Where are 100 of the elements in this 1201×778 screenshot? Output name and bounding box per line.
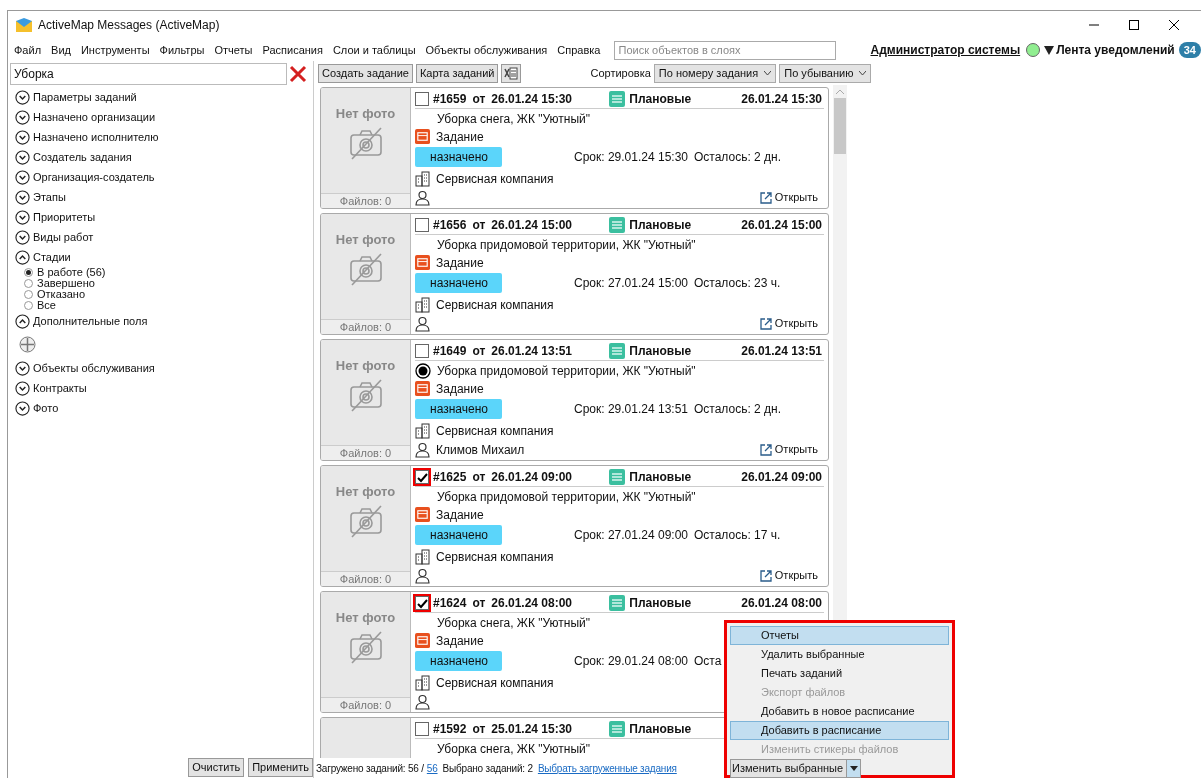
category-label: Плановые: [629, 217, 692, 234]
checkbox[interactable]: [415, 470, 429, 484]
filter-section-title[interactable]: Контракты: [33, 379, 87, 397]
select-loaded-link[interactable]: Выбрать загруженные задания: [537, 760, 677, 776]
user-link[interactable]: Администратор системы: [870, 41, 1021, 59]
checkbox[interactable]: [415, 218, 429, 232]
building-icon: [415, 674, 430, 691]
open-link[interactable]: Открыть: [759, 189, 818, 206]
triangle-down-icon[interactable]: [1044, 45, 1055, 55]
task-card[interactable]: Нет фото Файлов: 0 #1656 от 26.01.24 15:00 Плановые 26.01.24 15:00 Уборка придомовой территории, ЖК "Уютный" Задание назначено Срок: 27.01.24 15:00 Осталось: 23 ч. Сервисная компания Открыть: [320, 213, 829, 335]
time-remaining: Осталось: 17 ч.: [694, 527, 781, 544]
chevron-down-icon[interactable]: [15, 129, 30, 145]
checkbox[interactable]: [415, 92, 429, 106]
executor-name: Климов Михаил: [436, 441, 525, 459]
chevron-up-icon[interactable]: [15, 249, 30, 265]
filter-section-title[interactable]: Назначено организации: [33, 108, 156, 126]
task-number: #1656: [433, 217, 467, 234]
category-label: Плановые: [629, 343, 692, 360]
create-task-button[interactable]: Создать задание: [318, 63, 413, 83]
task-number: #1592: [433, 721, 467, 738]
radio-button[interactable]: [24, 301, 33, 310]
chevron-down-icon[interactable]: [15, 360, 30, 376]
from-label: от: [472, 721, 486, 738]
bulk-edit-dropdown[interactable]: Изменить выбранные: [730, 759, 862, 778]
filter-section-title[interactable]: Объекты обслуживания: [33, 359, 155, 377]
chevron-down-icon[interactable]: [15, 380, 30, 396]
filter-section-title[interactable]: Приоритеты: [33, 208, 96, 226]
chevron-down-icon[interactable]: [15, 89, 30, 105]
close-icon[interactable]: [1169, 20, 1179, 30]
layer-search-field[interactable]: Поиск объектов в слоях: [614, 40, 837, 60]
schedule-icon: [609, 91, 626, 107]
sort-order-dropdown[interactable]: По убыванию: [779, 63, 872, 83]
task-card[interactable]: Нет фото Файлов: 0 #1625 от 26.01.24 09:00 Плановые 26.01.24 09:00 Уборка придомовой территории, ЖК "Уютный" Задание назначено Срок: 27.01.24 09:00 Осталось: 17 ч. Сервисная компания Открыть: [320, 465, 829, 587]
clear-icon[interactable]: [289, 65, 307, 83]
chevron-down-icon[interactable]: [15, 400, 30, 416]
radio-button[interactable]: [24, 268, 33, 277]
radio-button[interactable]: [24, 279, 33, 288]
loaded-total-link[interactable]: 56: [426, 760, 438, 776]
from-label: от: [472, 91, 486, 108]
filter-search-field[interactable]: Уборка: [10, 63, 287, 85]
maximize-icon[interactable]: [1129, 20, 1139, 30]
chevron-down-icon[interactable]: [15, 189, 30, 205]
spreadsheet-icon[interactable]: [501, 63, 522, 83]
radio-label: Завершено: [37, 278, 95, 289]
filter-section-title[interactable]: Создатель задания: [33, 148, 132, 166]
menu-item[interactable]: Инструменты: [80, 41, 150, 59]
chevron-down-icon[interactable]: [15, 209, 30, 225]
filter-section-title[interactable]: Дополнительные поля: [33, 312, 148, 330]
apply-button[interactable]: Применить: [248, 758, 313, 777]
menu-item[interactable]: Фильтры: [159, 41, 205, 59]
radio-button[interactable]: [24, 290, 33, 299]
filter-section-title[interactable]: Фото: [33, 399, 59, 417]
filter-section-title[interactable]: Назначено исполнителю: [33, 128, 159, 146]
checkbox[interactable]: [415, 596, 429, 610]
open-link[interactable]: Открыть: [759, 567, 818, 584]
open-link[interactable]: Открыть: [759, 315, 818, 332]
chevron-down-icon[interactable]: [15, 229, 30, 245]
menu-item[interactable]: Вид: [51, 41, 71, 59]
menu-item[interactable]: Добавить в расписание: [730, 721, 949, 740]
task-card[interactable]: [320, 339, 829, 461]
from-label: от: [472, 469, 486, 486]
notification-feed-label[interactable]: Лента уведомлений: [1056, 41, 1175, 59]
filter-section-title[interactable]: Организация-создатель: [33, 168, 155, 186]
chevron-down-icon[interactable]: [15, 149, 30, 165]
task-date: 26.01.24 08:00: [741, 595, 822, 612]
schedule-icon: [609, 721, 626, 737]
clear-button[interactable]: Очистить: [188, 758, 245, 777]
external-link-icon: [759, 317, 772, 330]
files-count: Файлов: 0: [321, 319, 410, 334]
chevron-up-icon[interactable]: [15, 313, 30, 329]
chevron-down-icon[interactable]: [15, 169, 30, 185]
sort-field-dropdown[interactable]: По номеру задания: [653, 63, 777, 83]
building-icon: [415, 296, 430, 313]
add-icon[interactable]: [19, 336, 36, 353]
scroll-thumb[interactable]: [834, 98, 846, 154]
task-date: 26.01.24 09:00: [741, 469, 822, 486]
filter-section-title[interactable]: Этапы: [33, 188, 66, 206]
external-link-icon: [759, 191, 772, 204]
filter-section-title[interactable]: Стадии: [33, 248, 71, 266]
filter-section-title[interactable]: Виды работ: [33, 228, 94, 246]
task-card[interactable]: Нет фото Файлов: 0 #1659 от 26.01.24 15:30 Плановые 26.01.24 15:30 Уборка снега, ЖК "Уютный" Задание назначено Срок: 29.01.24 15:30 Осталось: 2 дн. Сервисная компания Открыть: [320, 87, 829, 209]
menu-item[interactable]: Справка: [557, 41, 601, 59]
category-label: Плановые: [629, 469, 692, 486]
menu-item[interactable]: Отчеты: [730, 626, 949, 645]
external-link-icon: [759, 443, 772, 456]
category-label: Плановые: [629, 91, 692, 108]
radio-label: Отказано: [37, 289, 85, 300]
menu-item[interactable]: Слои и таблицы: [332, 41, 416, 59]
open-link[interactable]: Открыть: [759, 441, 818, 458]
task-type: Задание: [436, 128, 484, 146]
menu-item[interactable]: Файл: [14, 41, 42, 59]
loaded-count: Загружено заданий: 56 /: [316, 761, 424, 776]
filter-section-title[interactable]: Параметры заданий: [33, 88, 137, 106]
chevron-down-icon[interactable]: [15, 109, 30, 125]
menu-item[interactable]: Расписания: [262, 41, 323, 59]
menu-item[interactable]: Отчеты: [214, 41, 253, 59]
checkbox[interactable]: [415, 722, 429, 736]
menu-item[interactable]: Объекты обслуживания: [425, 41, 548, 59]
task-map-button[interactable]: Карта заданий: [415, 63, 499, 83]
checkbox[interactable]: [415, 344, 429, 358]
